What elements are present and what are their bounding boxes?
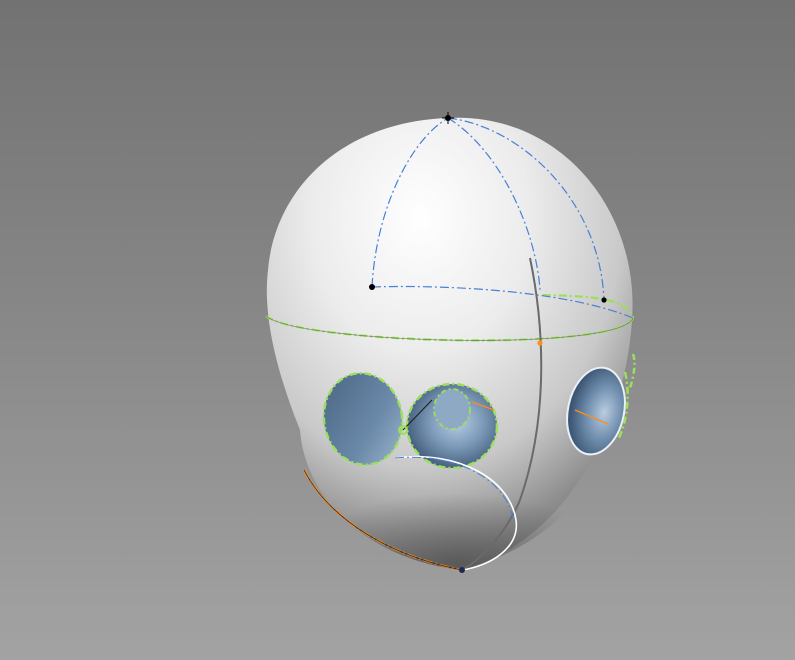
- control-point-bottom[interactable]: [459, 567, 465, 573]
- 3d-viewport[interactable]: [0, 0, 795, 660]
- control-point-meridian[interactable]: [537, 340, 543, 346]
- control-point-left[interactable]: [369, 284, 375, 290]
- right-side-edge-fragment[interactable]: [628, 353, 636, 389]
- control-point-right[interactable]: [601, 297, 607, 303]
- model-scene[interactable]: [0, 0, 795, 660]
